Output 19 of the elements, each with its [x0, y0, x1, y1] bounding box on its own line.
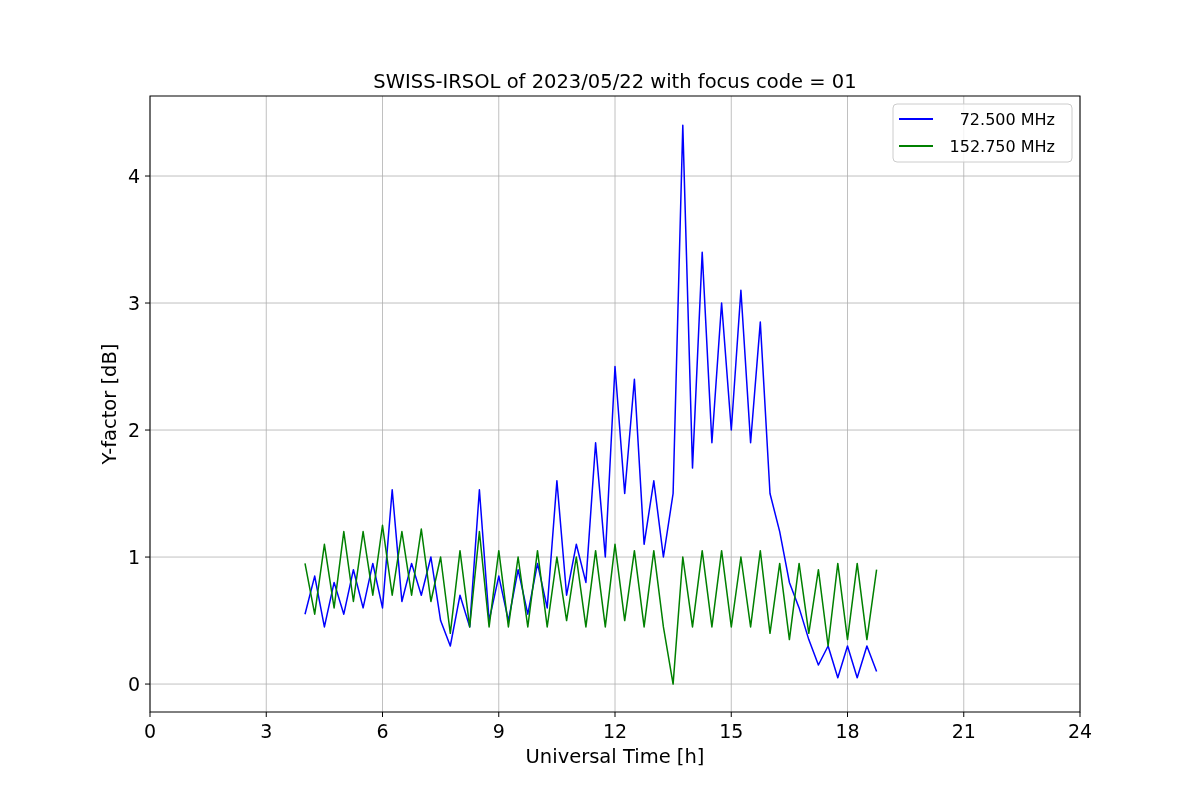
- x-tick-label: 15: [719, 720, 744, 742]
- x-tick-label: 12: [602, 720, 628, 742]
- y-tick-label: 0: [127, 673, 140, 696]
- x-tick-label: 6: [376, 720, 389, 742]
- x-tick-label: 24: [1067, 720, 1093, 742]
- x-tick-label: 9: [492, 720, 505, 742]
- x-tick-label: 18: [835, 720, 860, 742]
- x-axis-label: Universal Time [h]: [525, 745, 705, 768]
- y-tick-label: 2: [127, 419, 140, 442]
- x-tick-label: 21: [951, 720, 976, 742]
- y-tick-label: 1: [127, 546, 140, 569]
- legend-label: 72.500 MHz: [959, 110, 1055, 129]
- x-tick-label: 3: [260, 720, 273, 742]
- x-tick-label: 0: [143, 720, 157, 742]
- y-axis-label: Y-factor [dB]: [98, 343, 121, 465]
- y-tick-label: 3: [127, 292, 140, 315]
- chart-title: SWISS-IRSOL of 2023/05/22 with focus code = 01: [373, 70, 857, 93]
- y-tick-label: 4: [127, 165, 140, 187]
- legend-label: 152.750 MHz: [949, 137, 1055, 156]
